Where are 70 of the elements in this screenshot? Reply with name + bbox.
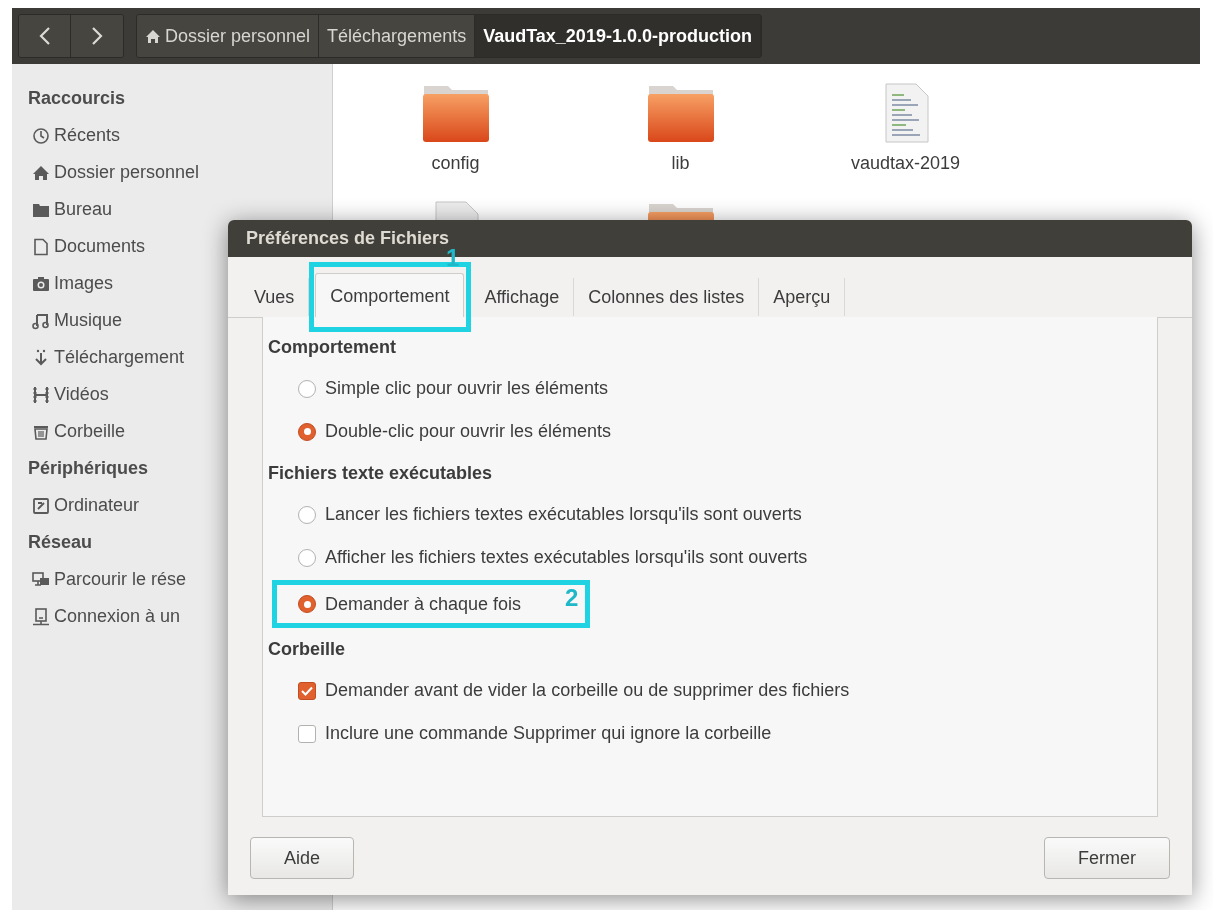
option-label: Demander avant de vider la corbeille ou de supprimer des fichiers [325,679,850,702]
sidebar-item[interactable]: Corbeille [28,413,126,450]
checkbox-option[interactable]: Demander avant de vider la corbeille ou de supprimer des fichiers [298,669,850,712]
dialog-button[interactable]: Aide [250,837,355,879]
section-heading: Périphériques [28,457,149,480]
dialog-title: Préférences de Fichiers [246,227,450,249]
breadcrumb-button[interactable]: Téléchargements [319,15,476,57]
film-icon [32,385,50,404]
sidebar-item[interactable]: Ordinateur [28,487,140,524]
radio-button[interactable] [298,548,316,567]
download-icon [32,348,50,367]
option-label: Demander à chaque fois [325,592,522,616]
option-label: Double-clic pour ouvrir les éléments [325,420,612,443]
tab[interactable]: Comportement [315,273,465,318]
sidebar-item[interactable]: Documents [28,228,146,265]
chevron-left-icon [37,26,52,46]
drive-icon [32,496,50,515]
radio-button[interactable] [298,595,316,613]
tab[interactable]: Colonnes des listes [574,278,760,316]
radio-button[interactable] [298,379,316,398]
clock-icon [32,126,50,145]
radio-option[interactable]: Simple clic pour ouvrir les éléments [298,367,609,410]
radio-button[interactable] [298,505,316,524]
section-heading: Comportement [268,335,396,359]
section-heading: Raccourcis [28,87,126,110]
breadcrumb-button[interactable]: VaudTax_2019-1.0.0-production [475,15,761,57]
radio-option[interactable]: Lancer les fichiers textes exécutables lorsqu'ils sont ouverts [298,493,802,536]
sidebar-item[interactable]: Dossier personnel [28,154,200,191]
sidebar-item[interactable]: Vidéos [28,376,109,413]
checkbox-option[interactable]: Inclure une commande Supprimer qui ignore la corbeille [298,712,772,755]
back-button[interactable] [19,15,71,57]
home-icon [32,163,50,182]
option-label: Lancer les fichiers textes exécutables lorsqu'ils sont ouverts [325,503,802,526]
breadcrumb-button[interactable]: Dossier personnel [137,15,320,57]
dialog-button[interactable]: Fermer [1044,837,1170,879]
tab[interactable]: Vues [240,278,310,316]
checkbox[interactable] [298,724,316,743]
section-heading: Corbeille [268,637,346,661]
file-name[interactable]: config [431,150,480,177]
file-name[interactable]: vaudtax-2019 [850,150,961,177]
network-icon [32,570,50,589]
option-label: Inclure une commande Supprimer qui ignore la corbeille [325,722,772,745]
file-name[interactable]: lib [671,150,690,177]
sidebar-item[interactable]: Connexion à un [28,598,181,635]
document-icon [32,237,50,256]
option-label: Simple clic pour ouvrir les éléments [325,377,609,400]
sidebar-item[interactable]: Téléchargement [28,339,185,376]
radio-option[interactable]: Demander à chaque fois [298,586,522,622]
tab[interactable]: Aperçu [759,278,846,316]
sidebar-item[interactable]: Images [28,265,114,302]
sidebar-item[interactable]: Récents [28,117,121,154]
section-heading: Réseau [28,531,93,554]
home-icon [145,28,161,44]
music-icon [32,311,50,330]
radio-button[interactable] [298,422,316,441]
radio-option[interactable]: Double-clic pour ouvrir les éléments [298,410,612,453]
tab[interactable]: Affichage [470,278,575,316]
step-number: 1 [446,246,460,270]
forward-button[interactable] [71,15,123,57]
sidebar-item[interactable]: Bureau [28,191,113,228]
sidebar-item[interactable]: Parcourir le rése [28,561,187,598]
monitor-icon [32,607,50,626]
checkbox[interactable] [298,681,316,700]
section-heading: Fichiers texte exécutables [268,461,493,485]
sidebar-item[interactable]: Musique [28,302,123,339]
option-label: Afficher les fichiers textes exécutables lorsqu'ils sont ouverts [325,546,808,569]
step-number: 2 [565,586,579,610]
radio-option[interactable]: Afficher les fichiers textes exécutables lorsqu'ils sont ouverts [298,536,808,579]
camera-icon [32,274,50,293]
chevron-right-icon [90,26,104,46]
